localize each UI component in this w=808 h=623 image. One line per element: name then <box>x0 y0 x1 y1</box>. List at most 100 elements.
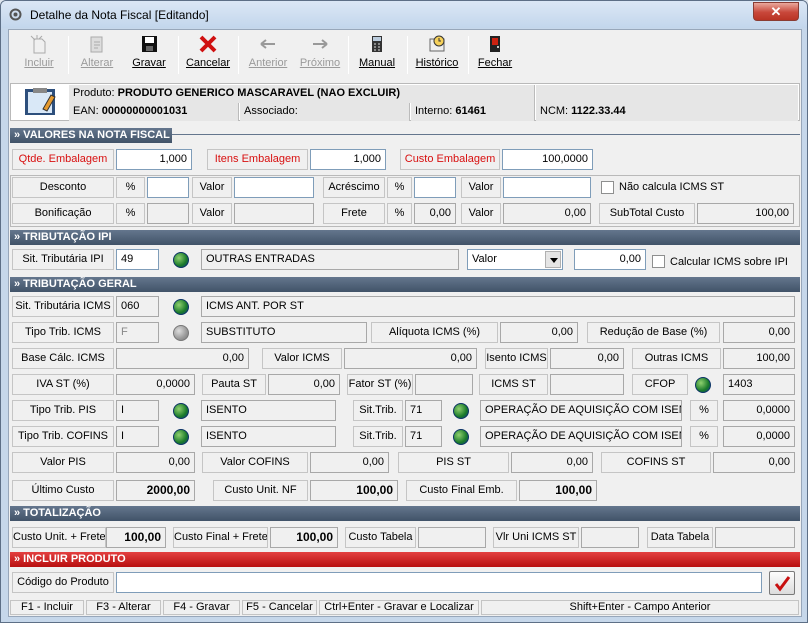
incluir-button[interactable]: Incluir <box>15 34 63 76</box>
globe-search-icon[interactable] <box>453 429 469 445</box>
isento-icms-label: Isento ICMS <box>485 348 548 369</box>
frete-pct-input[interactable]: 0,00 <box>414 203 456 224</box>
anterior-button[interactable]: Anterior <box>243 34 293 76</box>
qtde-embalagem-input[interactable]: 1,000 <box>116 149 192 170</box>
new-icon <box>30 35 46 54</box>
arrow-right-icon <box>313 39 328 49</box>
fechar-button[interactable]: Fechar <box>473 34 517 76</box>
valor-pis-value[interactable]: 0,00 <box>116 452 195 473</box>
calcular-icms-sobre-ipi-label: Calcular ICMS sobre IPI <box>670 256 788 268</box>
globe-search-icon[interactable] <box>173 299 189 315</box>
cancelar-button[interactable]: Cancelar <box>183 34 233 76</box>
historico-button[interactable]: Histórico <box>411 34 463 76</box>
acrescimo-pct-input[interactable] <box>414 177 456 198</box>
incluir-label: Incluir <box>24 57 54 69</box>
manual-button[interactable]: Manual <box>353 34 401 76</box>
gravar-button[interactable]: Gravar <box>125 34 173 76</box>
bonificacao-pct-input[interactable] <box>147 203 189 224</box>
globe-search-icon[interactable] <box>695 377 711 393</box>
close-window-button[interactable]: ✕ <box>753 2 799 21</box>
pis-sit-trib-code[interactable]: 71 <box>405 400 442 421</box>
bonificacao-valor-label: Valor <box>192 203 232 224</box>
codigo-produto-input[interactable] <box>116 572 762 593</box>
globe-search-icon[interactable] <box>173 403 189 419</box>
globe-search-icon[interactable] <box>453 403 469 419</box>
vlr-uni-icms-st-value <box>581 527 639 548</box>
sit-tributaria-icms-code[interactable]: 060 <box>116 296 159 317</box>
sit-tributaria-icms-label: Sit. Tributária ICMS <box>12 296 114 317</box>
pis-st-value[interactable]: 0,00 <box>511 452 593 473</box>
calcular-icms-sobre-ipi-checkbox[interactable] <box>652 255 665 268</box>
globe-search-icon[interactable] <box>173 252 189 268</box>
tipo-trib-pis-code[interactable]: I <box>116 400 159 421</box>
cofins-sit-trib-code[interactable]: 71 <box>405 426 442 447</box>
desconto-valor-input[interactable] <box>234 177 314 198</box>
isento-icms-value[interactable]: 0,00 <box>550 348 624 369</box>
base-calc-icms-value[interactable]: 0,00 <box>116 348 249 369</box>
proximo-button[interactable]: Próximo <box>295 34 345 76</box>
aliquota-icms-value[interactable]: 0,00 <box>500 322 578 343</box>
base-calc-icms-label: Base Cálc. ICMS <box>12 348 114 369</box>
cancelar-label: Cancelar <box>185 57 231 69</box>
pis-pct-label: % <box>690 400 718 421</box>
sit-tributaria-ipi-code[interactable]: 49 <box>116 249 159 270</box>
cofins-pct-value[interactable]: 0,0000 <box>723 426 795 447</box>
clipboard-icon <box>25 88 56 115</box>
itens-embalagem-label: Itens Embalagem <box>207 149 308 170</box>
save-icon <box>142 36 157 52</box>
fator-st-value[interactable] <box>415 374 473 395</box>
valor-icms-value[interactable]: 0,00 <box>344 348 477 369</box>
desconto-pct-input[interactable] <box>147 177 189 198</box>
outras-icms-label: Outras ICMS <box>632 348 721 369</box>
cofins-st-value[interactable]: 0,00 <box>713 452 795 473</box>
reducao-base-value[interactable]: 0,00 <box>723 322 795 343</box>
tipo-trib-pis-desc: ISENTO <box>201 400 336 421</box>
globe-search-icon[interactable] <box>173 429 189 445</box>
outras-icms-value[interactable]: 100,00 <box>723 348 795 369</box>
nao-calcula-icms-st-label: Não calcula ICMS ST <box>619 181 725 193</box>
interno-value: 61461 <box>455 105 486 117</box>
cfop-value[interactable]: 1403 <box>723 374 795 395</box>
frete-label: Frete <box>323 203 385 224</box>
valor-cofins-value[interactable]: 0,00 <box>310 452 389 473</box>
qtde-embalagem-label: Qtde. Embalagem <box>12 149 114 170</box>
arrow-left-icon <box>260 39 275 49</box>
ncm-value: 1122.33.44 <box>571 105 626 117</box>
itens-embalagem-input[interactable]: 1,000 <box>310 149 386 170</box>
incluir-produto-header: » INCLUIR PRODUTO <box>10 552 800 567</box>
icms-st-value[interactable] <box>550 374 624 395</box>
custo-unit-frete-value: 100,00 <box>106 527 166 548</box>
confirm-button[interactable] <box>769 571 795 595</box>
custo-tabela-label: Custo Tabela <box>345 527 416 548</box>
ipi-valor-input[interactable]: 0,00 <box>574 249 646 270</box>
tipo-trib-icms-code[interactable]: F <box>116 322 159 343</box>
acrescimo-valor-input[interactable] <box>503 177 591 198</box>
cfop-label: CFOP <box>632 374 688 395</box>
custo-embalagem-input[interactable]: 100,0000 <box>502 149 593 170</box>
ipi-header: » TRIBUTAÇÃO IPI <box>10 230 800 245</box>
pis-st-label: PIS ST <box>398 452 509 473</box>
nao-calcula-icms-st-checkbox[interactable] <box>601 181 614 194</box>
bonificacao-valor-input[interactable] <box>234 203 314 224</box>
custo-final-frete-label: Custo Final + Frete <box>173 527 268 548</box>
pauta-st-value[interactable]: 0,00 <box>268 374 340 395</box>
subtotal-custo-value: 100,00 <box>697 203 794 224</box>
pis-sit-trib-desc: OPERAÇÃO DE AQUISIÇÃO COM ISEN <box>480 400 682 421</box>
globe-search-icon[interactable] <box>173 325 189 341</box>
iva-st-value[interactable]: 0,0000 <box>116 374 195 395</box>
tipo-trib-cofins-code[interactable]: I <box>116 426 159 447</box>
app-icon <box>9 8 22 21</box>
associado-label: Associado: <box>244 105 298 117</box>
geral-header: » TRIBUTAÇÃO GERAL <box>10 277 800 292</box>
shortcut-f5: F5 - Cancelar <box>242 600 317 615</box>
client-area: Incluir Alterar Gravar Cancelar Anterior <box>8 29 802 617</box>
alterar-button[interactable]: Alterar <box>73 34 121 76</box>
shortcut-f4: F4 - Gravar <box>163 600 240 615</box>
ean-row: EAN: 00000000001031 <box>69 103 239 121</box>
frete-valor-input[interactable]: 0,00 <box>503 203 591 224</box>
shortcut-f3: F3 - Alterar <box>86 600 161 615</box>
ipi-tipo-select[interactable]: Valor <box>467 249 563 270</box>
interno-row: Interno: 61461 <box>411 103 535 121</box>
valor-cofins-label: Valor COFINS <box>202 452 308 473</box>
pis-pct-value[interactable]: 0,0000 <box>723 400 795 421</box>
